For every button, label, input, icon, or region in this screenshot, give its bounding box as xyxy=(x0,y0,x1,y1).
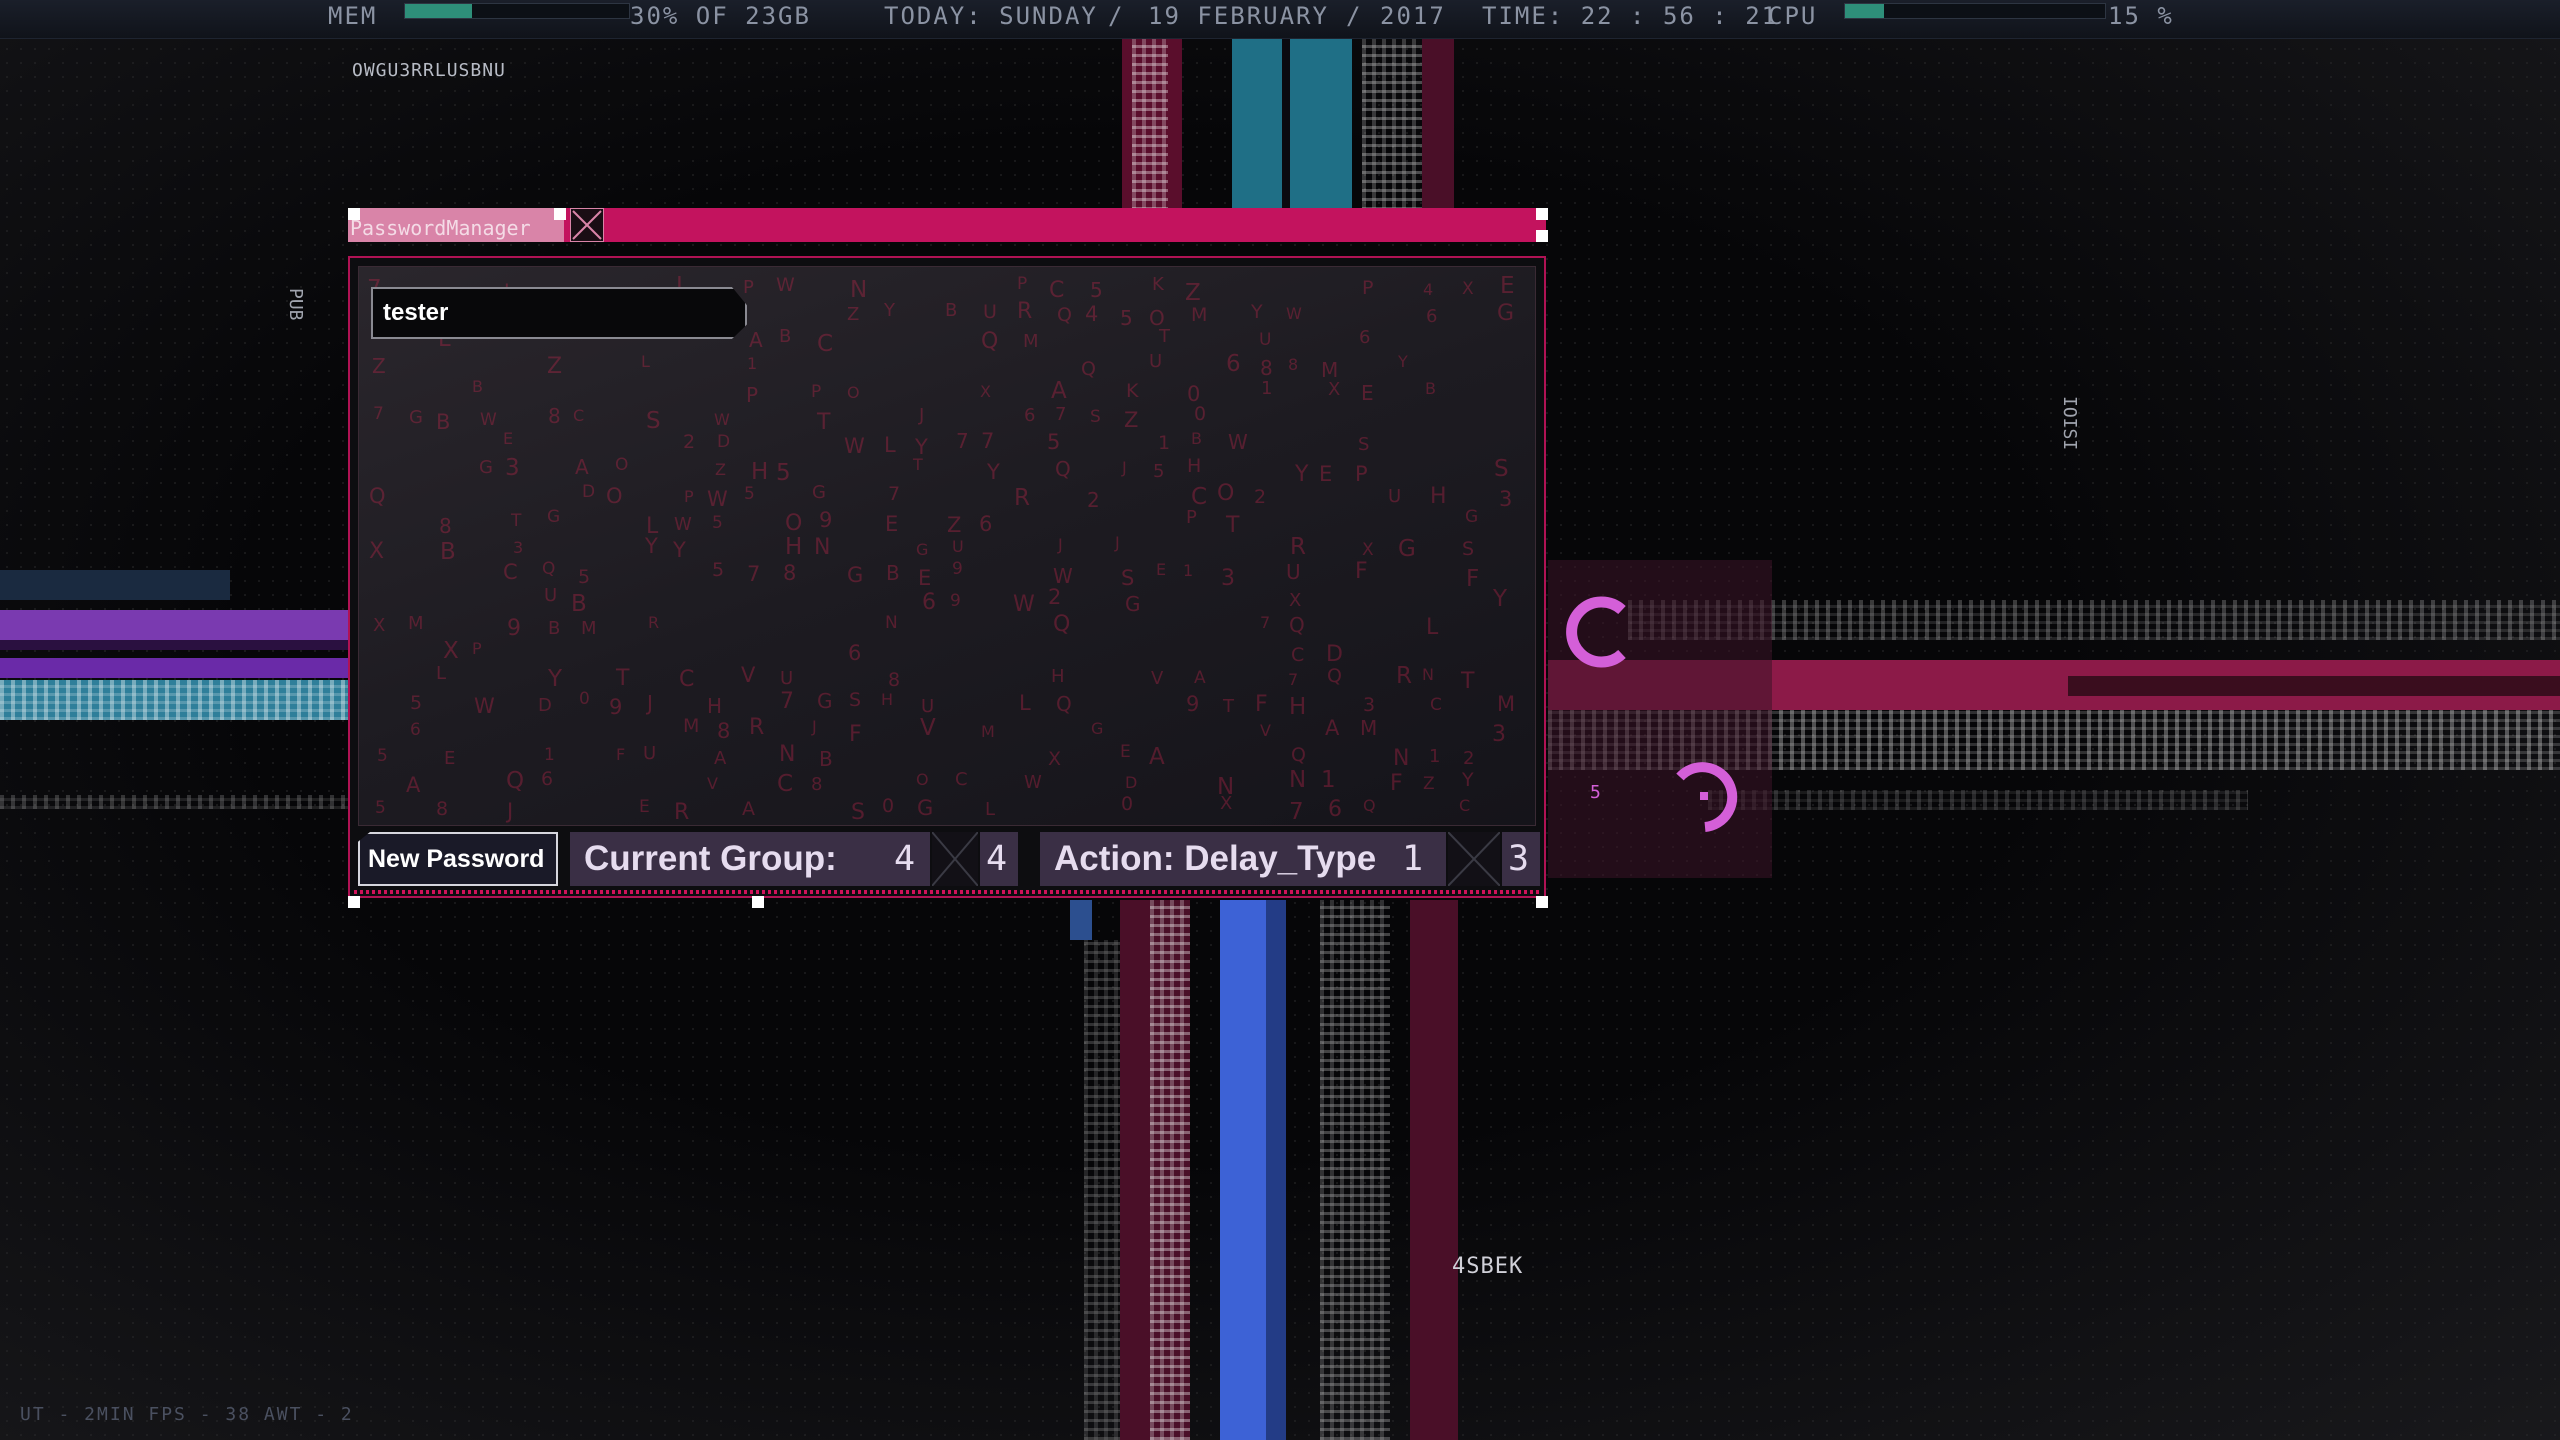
system-status-bar: MEM 30% OF 23GB TODAY: SUNDAY / 19 FEBRU… xyxy=(0,0,2560,39)
side-label-left: PUB xyxy=(285,288,306,321)
resize-handle[interactable] xyxy=(554,208,566,220)
action-label: Action: Delay_Type xyxy=(1054,839,1377,878)
date-separator: / xyxy=(1108,2,1125,30)
network-code: 4SBEK xyxy=(1452,1254,1524,1279)
progress-ring-icon xyxy=(1676,762,1738,832)
year-text: 2017 xyxy=(1380,2,1446,30)
close-icon xyxy=(572,210,602,240)
loading-ring-icon xyxy=(1566,596,1626,668)
action-count: 3 xyxy=(1502,832,1540,886)
close-button[interactable] xyxy=(570,208,604,242)
cpu-usage-text: 15 % xyxy=(2108,2,2174,30)
resize-handle[interactable] xyxy=(1536,230,1548,242)
date-text: 19 FEBRUARY xyxy=(1148,2,1329,30)
mem-usage-bar xyxy=(404,3,630,19)
action-clear-button[interactable] xyxy=(1448,832,1500,886)
password-manager-window: 7JLPWNPC5KZP4XE2DZYBURQ45OMYW6GEABCQMTU6… xyxy=(348,256,1546,898)
resize-handle[interactable] xyxy=(1536,208,1548,220)
window-title: PasswordManager xyxy=(348,208,564,242)
glitch-stream-bottom xyxy=(1070,900,1470,1440)
resize-handle[interactable] xyxy=(752,896,764,908)
mem-usage-text: 30% OF 23GB xyxy=(630,2,811,30)
entry-list-area[interactable]: 7JLPWNPC5KZP4XE2DZYBURQ45OMYW6GEABCQMTU6… xyxy=(358,266,1536,826)
side-label-right: IOISI xyxy=(2059,396,2080,451)
clock-text: TIME: 22 : 56 : 21 xyxy=(1482,2,1779,30)
spinner-digit: 5 xyxy=(1590,782,1601,803)
resize-handle[interactable] xyxy=(348,208,360,220)
toolbar-divider xyxy=(354,890,1540,894)
current-group-label: Current Group: xyxy=(584,839,837,878)
current-group-selector[interactable]: Current Group: 4 xyxy=(570,832,930,886)
mem-label: MEM xyxy=(328,2,378,30)
uptime-status-line: UT - 2MIN FPS - 38 AWT - 2 xyxy=(20,1404,354,1425)
cpu-usage-bar xyxy=(1844,3,2106,19)
cross-icon xyxy=(1448,832,1500,886)
glitch-stream-left xyxy=(0,570,350,815)
cross-icon xyxy=(932,832,978,886)
group-count: 4 xyxy=(980,832,1018,886)
action-selector[interactable]: Action: Delay_Type 1 xyxy=(1040,832,1446,886)
action-value: 1 xyxy=(1402,839,1424,879)
password-entry-item[interactable]: tester xyxy=(371,287,747,339)
cpu-label: CPU xyxy=(1768,2,1818,30)
new-password-button[interactable]: New Password xyxy=(358,832,558,886)
resize-handle[interactable] xyxy=(1536,896,1548,908)
window-titlebar[interactable]: PasswordManager xyxy=(348,208,1546,242)
window-toolbar: New Password Current Group: 4 4 Action: … xyxy=(358,832,1540,886)
today-text: TODAY: SUNDAY xyxy=(884,2,1098,30)
resize-handle[interactable] xyxy=(348,896,360,908)
date-separator: / xyxy=(1346,2,1363,30)
background-glyph-field: 7JLPWNPC5KZP4XE2DZYBURQ45OMYW6GEABCQMTU6… xyxy=(367,273,1516,825)
host-code: OWGU3RRLUSBNU xyxy=(352,60,506,81)
group-clear-button[interactable] xyxy=(932,832,978,886)
current-group-value: 4 xyxy=(894,839,916,879)
